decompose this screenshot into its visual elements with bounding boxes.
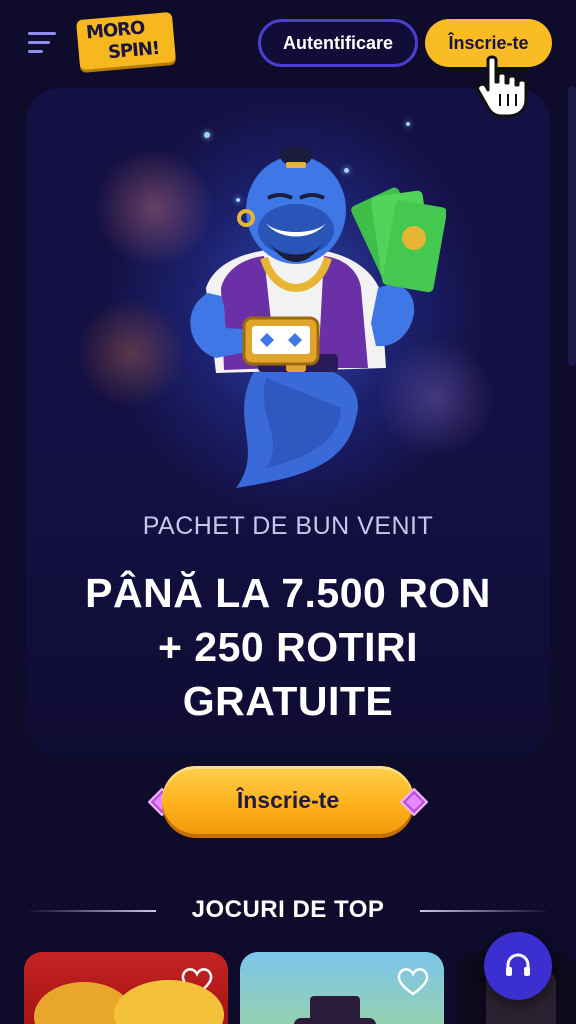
headset-icon (506, 953, 530, 976)
heart-icon[interactable] (396, 966, 430, 996)
game-card[interactable] (240, 952, 444, 1024)
hamburger-menu-icon[interactable] (28, 30, 58, 54)
divider-right (420, 910, 550, 912)
login-button[interactable]: Autentificare (258, 19, 418, 67)
logo-line-2: SPIN! (107, 37, 160, 64)
hand-pointer-icon (476, 55, 528, 118)
moro-spin-logo[interactable]: MORO SPIN! (76, 10, 176, 71)
scrollbar[interactable] (568, 86, 576, 366)
signup-cta-button[interactable]: Înscrie-te (162, 766, 414, 834)
genie-with-money-icon (190, 146, 446, 488)
headline-line-2: + 250 ROTIRI (157, 624, 419, 670)
welcome-package-subtitle: PACHET DE BUN VENIT (142, 512, 434, 540)
headline-line-3: GRATUITE (182, 678, 394, 724)
game-card[interactable] (24, 952, 228, 1024)
signup-cta[interactable]: Înscrie-te (148, 766, 428, 836)
welcome-bonus-banner[interactable]: PACHET DE BUN VENIT PÂNĂ LA 7.500 RON + … (26, 88, 550, 756)
gem-icon (400, 788, 428, 816)
bonus-headline: PÂNĂ LA 7.500 RON + 250 ROTIRI GRATUITE (26, 566, 550, 728)
support-chat-button[interactable] (484, 932, 552, 1000)
headline-line-1: PÂNĂ LA 7.500 RON (85, 570, 491, 616)
